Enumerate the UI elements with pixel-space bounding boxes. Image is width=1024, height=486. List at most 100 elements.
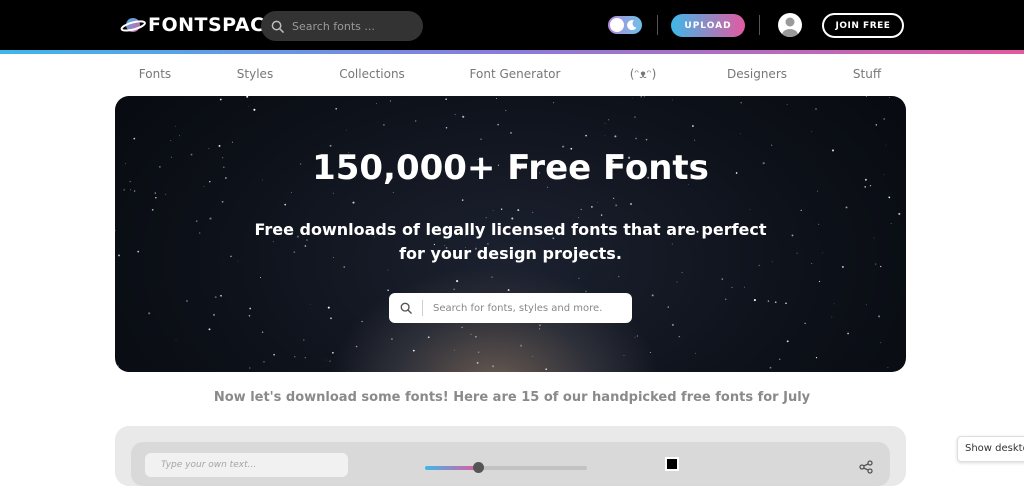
- star: [878, 315, 881, 318]
- top-bar: FONTSPACE UPLOAD JOIN FREE: [0, 0, 1024, 50]
- star: [769, 366, 772, 369]
- nav-item-designers[interactable]: Designers: [727, 67, 787, 81]
- star: [804, 322, 806, 324]
- star: [214, 296, 217, 299]
- star: [880, 265, 882, 268]
- star: [811, 263, 813, 265]
- star: [740, 102, 742, 104]
- star: [218, 144, 221, 147]
- star: [137, 250, 140, 253]
- hero-search-input[interactable]: [433, 302, 613, 314]
- star: [767, 300, 770, 302]
- nav-item-fonts[interactable]: Fonts: [139, 67, 171, 81]
- star: [387, 269, 389, 271]
- star: [634, 336, 636, 338]
- star: [347, 371, 349, 372]
- star: [517, 209, 520, 212]
- font-size-slider[interactable]: [425, 462, 587, 473]
- hero-subtitle: Free downloads of legally licensed fonts…: [254, 220, 767, 263]
- star: [817, 190, 819, 192]
- star: [815, 108, 817, 110]
- nav-item-collections[interactable]: Collections: [339, 67, 405, 81]
- star: [845, 206, 848, 209]
- star: [389, 100, 391, 102]
- star: [209, 217, 212, 220]
- star: [325, 359, 327, 361]
- star: [695, 352, 696, 354]
- star: [779, 358, 781, 360]
- star: [796, 252, 798, 254]
- star: [477, 351, 480, 354]
- upload-button[interactable]: UPLOAD: [671, 14, 745, 37]
- star: [883, 117, 886, 120]
- star: [553, 102, 555, 104]
- share-icon[interactable]: [859, 460, 873, 474]
- star: [507, 289, 510, 291]
- star: [117, 365, 119, 367]
- star: [614, 135, 617, 138]
- star: [376, 103, 377, 104]
- star: [671, 323, 674, 326]
- show-desktop-button[interactable]: Show desktop: [957, 436, 1024, 462]
- star: [155, 197, 157, 199]
- star: [520, 344, 523, 347]
- star: [590, 205, 593, 208]
- star: [632, 97, 633, 99]
- slider-handle[interactable]: [473, 462, 485, 473]
- star: [651, 294, 654, 297]
- star: [532, 355, 534, 357]
- star: [273, 353, 275, 356]
- star: [291, 192, 293, 194]
- nav-item-emoticon[interactable]: (ᵔᴥᵔ): [630, 67, 657, 81]
- nav-item-stuff[interactable]: Stuff: [853, 67, 881, 81]
- star: [343, 266, 345, 268]
- star: [461, 199, 464, 201]
- star: [476, 361, 479, 364]
- star: [231, 141, 233, 143]
- star: [261, 331, 264, 333]
- preview-toolbar: [131, 442, 890, 486]
- nav-item-font-generator[interactable]: Font Generator: [470, 67, 561, 81]
- star: [505, 109, 507, 111]
- star: [818, 280, 821, 283]
- star: [873, 237, 875, 239]
- star: [470, 333, 472, 336]
- star: [327, 306, 330, 309]
- star: [237, 260, 239, 262]
- header-search[interactable]: [261, 11, 423, 41]
- join-free-button[interactable]: JOIN FREE: [822, 13, 904, 38]
- color-swatch[interactable]: [665, 457, 679, 471]
- star: [346, 129, 348, 131]
- hero-banner: 150,000+ Free Fonts Free downloads of le…: [115, 96, 906, 372]
- star: [304, 357, 306, 359]
- star: [785, 302, 787, 305]
- hero-search[interactable]: [389, 293, 632, 323]
- star: [130, 189, 131, 191]
- star: [821, 252, 823, 254]
- header-search-input[interactable]: [292, 19, 402, 33]
- nav-item-styles[interactable]: Styles: [237, 67, 273, 81]
- star: [491, 365, 495, 368]
- star: [875, 263, 877, 265]
- user-icon: [782, 17, 798, 37]
- theme-toggle[interactable]: [608, 16, 642, 34]
- star: [678, 336, 680, 338]
- star: [630, 203, 632, 205]
- toggle-knob: [610, 18, 624, 32]
- star: [847, 332, 849, 335]
- avatar[interactable]: [778, 13, 802, 37]
- star: [329, 360, 331, 362]
- star: [383, 124, 385, 126]
- star: [186, 300, 188, 302]
- star: [749, 209, 751, 211]
- star: [329, 144, 332, 147]
- star: [330, 317, 332, 320]
- star: [635, 137, 637, 140]
- preview-text-input[interactable]: [145, 453, 348, 477]
- site-logo[interactable]: FONTSPACE: [120, 13, 278, 37]
- star: [694, 139, 696, 141]
- star: [414, 120, 417, 122]
- star: [618, 276, 620, 278]
- star: [249, 307, 252, 310]
- star: [475, 336, 477, 338]
